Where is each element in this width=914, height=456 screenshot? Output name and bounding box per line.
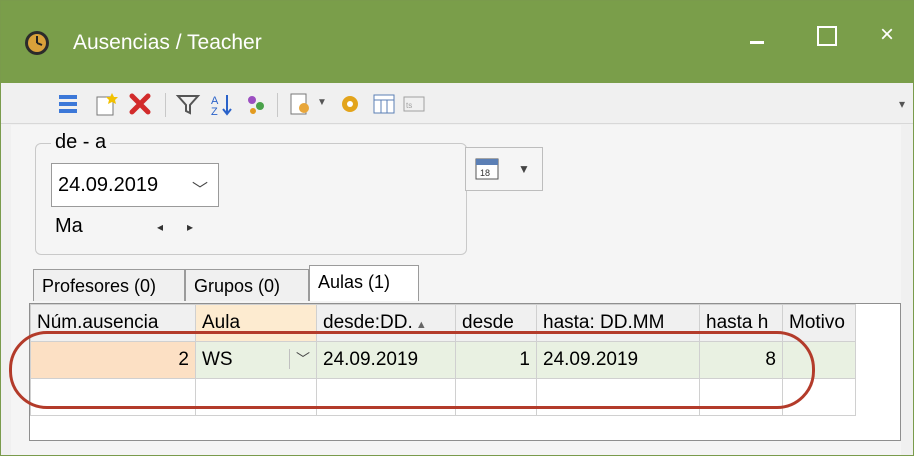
minimize-button[interactable] [737, 15, 777, 55]
empty-cell[interactable] [536, 378, 700, 416]
empty-cell[interactable] [316, 378, 456, 416]
users-icon[interactable] [243, 91, 269, 117]
cell-num-ausencia[interactable]: 2 [30, 341, 196, 379]
delete-icon[interactable] [127, 91, 153, 117]
maximize-button[interactable] [807, 15, 847, 55]
toolbar-separator [277, 93, 278, 117]
absences-grid: Núm.ausencia Aula desde:DD. ▲ desde hast… [29, 303, 901, 441]
weekday-label: Ma [55, 215, 83, 237]
cell-hasta-date[interactable]: 24.09.2019 [536, 341, 700, 379]
chevron-down-icon: ▼ [518, 162, 530, 176]
toolbar-overflow-icon[interactable]: ▾ [899, 97, 905, 111]
list-icon[interactable] [55, 91, 81, 117]
column-header-num-ausencia[interactable]: Núm.ausencia [30, 304, 196, 342]
filter-icon[interactable] [175, 91, 201, 117]
empty-cell[interactable] [699, 378, 783, 416]
chevron-down-icon[interactable]: ﹀ [192, 176, 208, 200]
svg-text:Z: Z [211, 106, 218, 117]
content-area: de - a 24.09.2019 ﹀ Ma ◂ ▸ 18 ▼ Profesor… [11, 125, 901, 455]
empty-cell[interactable] [455, 378, 537, 416]
column-header-aula[interactable]: Aula [195, 304, 317, 342]
chevron-down-icon[interactable]: ﹀ [289, 349, 310, 369]
settings-gear-icon[interactable] [337, 91, 363, 117]
column-header-desde-hour[interactable]: desde [455, 304, 537, 342]
new-icon[interactable] [93, 91, 119, 117]
tab-grupos[interactable]: Grupos (0) [185, 269, 309, 301]
column-header-desde-date-label: desde:DD. [323, 312, 413, 333]
calendar-grid-icon[interactable] [371, 91, 397, 117]
cell-desde-date[interactable]: 24.09.2019 [316, 341, 456, 379]
date-range-legend: de - a [51, 131, 111, 154]
grid-header-row: Núm.ausencia Aula desde:DD. ▲ desde hast… [30, 304, 856, 342]
date-value: 24.09.2019 [58, 174, 159, 196]
app-clock-icon [25, 31, 49, 55]
absences-window: Ausencias / Teacher × AZ ▼ ts ▾ de - a 2… [0, 0, 914, 456]
window-title: Ausencias / Teacher [73, 31, 262, 54]
tab-aulas[interactable]: Aulas (1) [309, 265, 419, 301]
minimize-icon [750, 41, 764, 44]
cell-aula-value: WS [202, 349, 233, 370]
column-header-hasta-date[interactable]: hasta: DD.MM [536, 304, 700, 342]
date-picker[interactable]: 24.09.2019 ﹀ [51, 163, 219, 207]
toolbar: AZ ▼ ts ▾ [1, 83, 913, 124]
cell-motivo[interactable] [782, 341, 856, 379]
close-icon: × [879, 21, 894, 48]
previous-day-icon[interactable]: ◂ [157, 220, 163, 234]
export-icon[interactable]: ts [401, 91, 427, 117]
next-day-icon[interactable]: ▸ [187, 220, 193, 234]
column-header-motivo[interactable]: Motivo [782, 304, 856, 342]
column-header-desde-date[interactable]: desde:DD. ▲ [316, 304, 456, 342]
empty-cell[interactable] [30, 378, 196, 416]
maximize-icon [817, 26, 837, 46]
close-button[interactable]: × [867, 15, 907, 55]
cell-hasta-hour[interactable]: 8 [699, 341, 783, 379]
toolbar-separator [165, 93, 166, 117]
empty-cell[interactable] [195, 378, 317, 416]
calendar-button[interactable]: 18 ▼ [465, 147, 543, 191]
empty-cell[interactable] [782, 378, 856, 416]
table-row[interactable]: 2 WS ﹀ 24.09.2019 1 24.09.2019 8 [30, 341, 856, 379]
calendar-icon: 18 [475, 158, 499, 180]
print-preview-icon[interactable] [287, 91, 313, 117]
table-row-new[interactable] [30, 378, 856, 416]
cell-desde-hour[interactable]: 1 [455, 341, 537, 379]
svg-text:ts: ts [406, 101, 412, 110]
title-bar[interactable]: Ausencias / Teacher × [1, 1, 913, 83]
svg-text:18: 18 [480, 168, 490, 178]
tab-profesores[interactable]: Profesores (0) [33, 269, 185, 301]
cell-aula[interactable]: WS ﹀ [195, 341, 317, 379]
print-dropdown-icon[interactable]: ▼ [317, 97, 327, 108]
sort-icon[interactable]: AZ [209, 91, 235, 117]
sort-ascending-icon: ▲ [412, 319, 427, 331]
column-header-hasta-hour[interactable]: hasta h [699, 304, 783, 342]
